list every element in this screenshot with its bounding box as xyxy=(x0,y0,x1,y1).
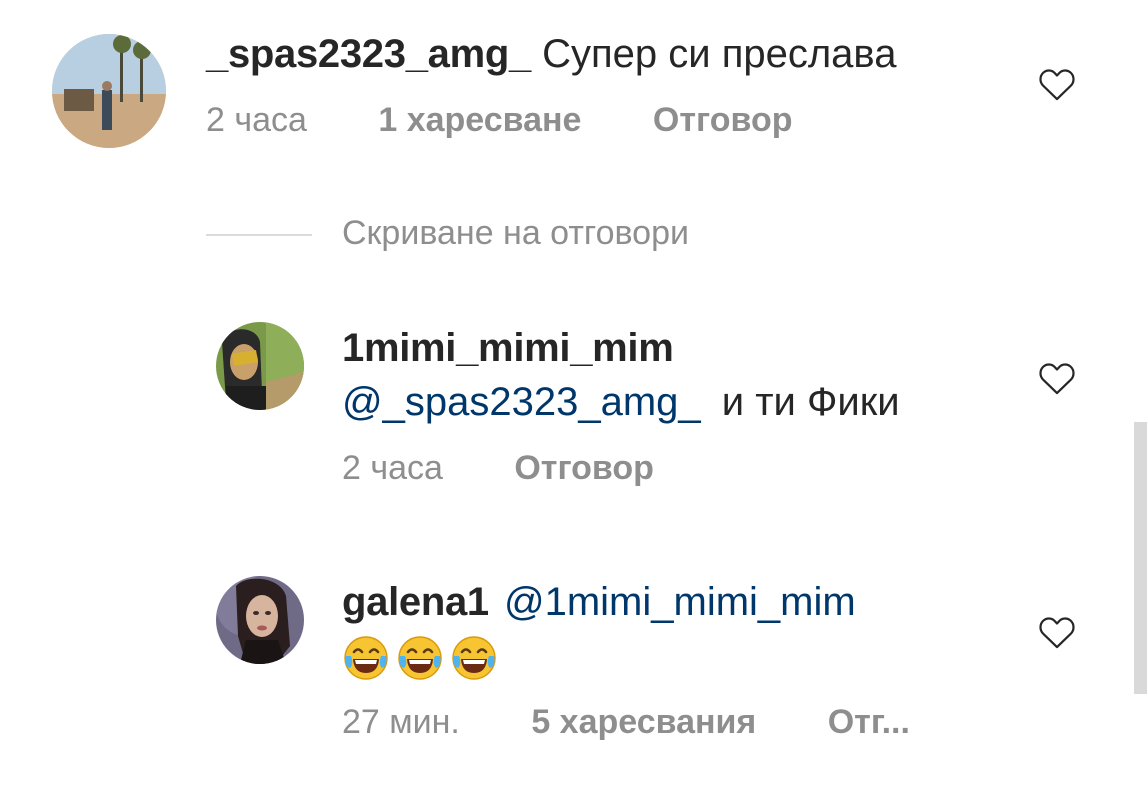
heart-outline-icon[interactable] xyxy=(1038,360,1076,396)
scrollbar[interactable] xyxy=(1134,422,1147,694)
divider-line xyxy=(206,234,312,237)
hide-replies-toggle[interactable]: Скриване на отговори xyxy=(206,212,689,254)
comment-username[interactable]: _spas2323_amg_ xyxy=(206,32,531,76)
face-with-tears-of-joy-icon xyxy=(344,636,388,680)
comment-timestamp: 27 мин. xyxy=(342,703,460,741)
emoji-row xyxy=(342,634,504,682)
comment-text: и ти Фики xyxy=(721,380,900,424)
avatar[interactable] xyxy=(216,322,304,410)
avatar[interactable] xyxy=(52,34,166,148)
comment-username[interactable]: 1mimi_mimi_mim xyxy=(342,326,674,370)
face-with-tears-of-joy-icon xyxy=(398,636,442,680)
likes-count-link[interactable]: 1 харесване xyxy=(378,100,581,140)
comment-text: Супер си преслава xyxy=(542,32,897,76)
reply-button[interactable]: Отговор xyxy=(653,100,793,140)
hide-replies-label: Скриване на отговори xyxy=(342,214,689,252)
comment-username[interactable]: galena1 xyxy=(342,580,489,624)
avatar[interactable] xyxy=(216,576,304,664)
comment-timestamp: 2 часа xyxy=(206,101,307,139)
heart-outline-icon[interactable] xyxy=(1038,614,1076,650)
face-with-tears-of-joy-icon xyxy=(452,636,496,680)
comment-timestamp: 2 часа xyxy=(342,449,443,487)
comments-thread: _spas2323_amg_ Супер си преслава 2 часа … xyxy=(0,0,1147,800)
heart-outline-icon[interactable] xyxy=(1038,66,1076,102)
mention-link[interactable]: @_spas2323_amg_ xyxy=(342,380,701,424)
reply-button[interactable]: Отговор xyxy=(514,448,654,488)
reply-button[interactable]: Отг... xyxy=(828,702,910,742)
mention-link[interactable]: @1mimi_mimi_mim xyxy=(504,580,856,624)
likes-count-link[interactable]: 5 харесвания xyxy=(531,702,756,742)
